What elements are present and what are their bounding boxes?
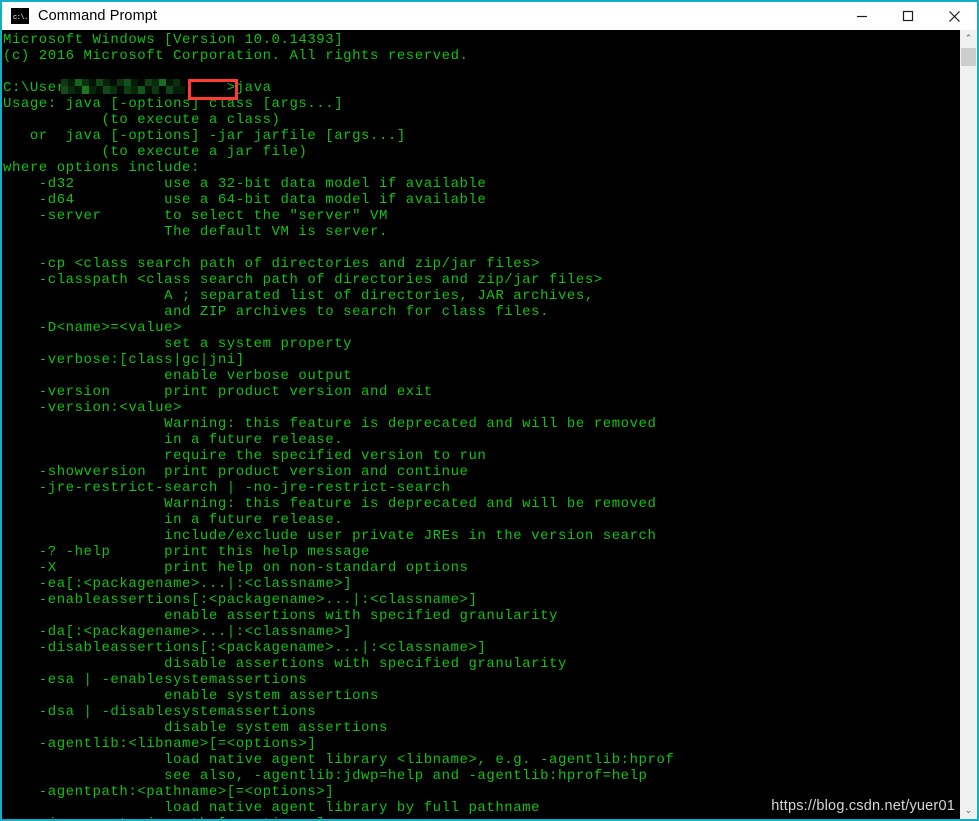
window-controls [839, 2, 977, 30]
maximize-icon [902, 10, 914, 22]
close-icon [948, 10, 960, 22]
title-bar[interactable]: c:\. Command Prompt [2, 2, 977, 30]
scroll-up-arrow-icon[interactable]: ⌃ [960, 30, 977, 47]
scrollbar-track[interactable] [960, 47, 977, 802]
console-text: Microsoft Windows [Version 10.0.14393] (… [3, 32, 675, 819]
watermark-text: https://blog.csdn.net/yuer01 [771, 798, 955, 814]
scrollbar-thumb[interactable] [961, 48, 976, 66]
close-button[interactable] [931, 2, 977, 30]
vertical-scrollbar[interactable]: ⌃ ⌄ [959, 30, 977, 819]
console-output-area[interactable]: Microsoft Windows [Version 10.0.14393] (… [2, 30, 977, 819]
window-title: Command Prompt [38, 8, 158, 24]
console-window-icon: c:\. [11, 8, 29, 24]
command-prompt-window: c:\. Command Prompt Microsoft Windows [V… [0, 0, 979, 821]
minimize-icon [857, 15, 867, 18]
console-icon-glyph: c:\. [12, 13, 28, 23]
minimize-button[interactable] [839, 2, 885, 30]
scroll-down-arrow-icon[interactable]: ⌄ [960, 802, 977, 819]
maximize-button[interactable] [885, 2, 931, 30]
